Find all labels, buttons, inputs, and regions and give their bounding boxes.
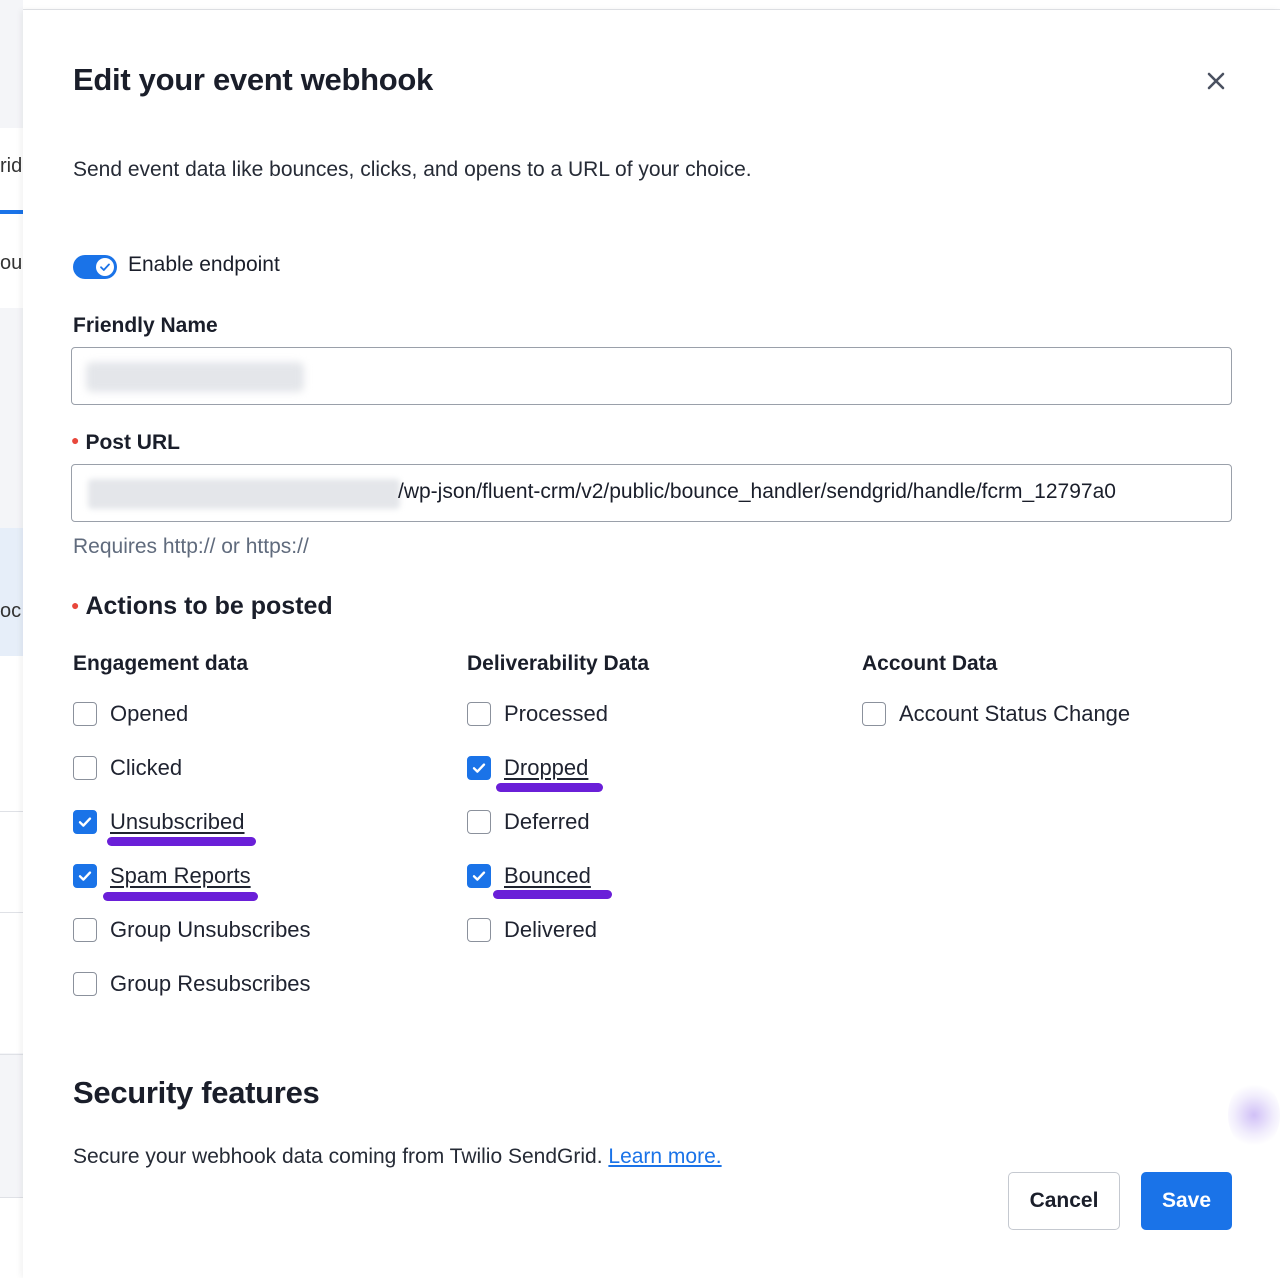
security-text: Secure your webhook data coming from Twi… xyxy=(73,1145,603,1168)
checkbox-label: Group Resubscribes xyxy=(110,971,311,996)
checkbox-box-checked xyxy=(467,864,491,888)
post-url-value: /wp-json/fluent-crm/v2/public/bounce_han… xyxy=(398,480,1116,503)
checkbox-bounced[interactable]: Bounced xyxy=(467,862,591,890)
checkbox-box xyxy=(467,702,491,726)
bg-text-fragment[interactable]: oc xyxy=(0,600,23,623)
account-heading: Account Data xyxy=(862,652,998,675)
checkbox-box xyxy=(467,810,491,834)
post-url-label: Post URL xyxy=(85,431,180,454)
bg-divider xyxy=(0,1054,23,1055)
highlight-marker xyxy=(496,783,603,792)
check-icon xyxy=(78,871,92,881)
bg-text-fragment[interactable]: ou xyxy=(0,252,23,275)
bg-segment-selected xyxy=(0,528,23,656)
redacted-value xyxy=(88,479,400,509)
cancel-button[interactable]: Cancel xyxy=(1008,1172,1120,1230)
highlight-marker xyxy=(103,892,258,901)
engagement-heading: Engagement data xyxy=(73,652,249,675)
check-icon xyxy=(100,263,110,271)
checkbox-box xyxy=(862,702,886,726)
security-title: Security features xyxy=(73,1075,320,1110)
checkbox-clicked[interactable]: Clicked xyxy=(73,754,182,782)
checkbox-account-status-change[interactable]: Account Status Change xyxy=(862,700,1130,728)
required-indicator: ● xyxy=(71,432,80,448)
checkbox-unsubscribed[interactable]: Unsubscribed xyxy=(73,808,245,836)
bg-text-fragment[interactable]: rid xyxy=(0,155,23,178)
friendly-name-input[interactable] xyxy=(71,347,1232,405)
checkbox-box xyxy=(73,972,97,996)
modal-title: Edit your event webhook xyxy=(73,62,433,97)
checkbox-label: Dropped xyxy=(504,755,589,780)
checkbox-group-resubscribes[interactable]: Group Resubscribes xyxy=(73,970,311,998)
bg-segment xyxy=(0,1198,23,1278)
highlight-marker xyxy=(107,837,256,846)
checkbox-box xyxy=(73,756,97,780)
bg-segment xyxy=(0,812,23,912)
checkbox-label: Account Status Change xyxy=(899,701,1131,726)
friendly-name-label: Friendly Name xyxy=(73,314,218,337)
checkbox-box-checked xyxy=(73,864,97,888)
checkbox-deferred[interactable]: Deferred xyxy=(467,808,590,836)
close-button[interactable] xyxy=(1201,66,1231,96)
checkbox-label: Opened xyxy=(110,701,189,726)
security-description: Secure your webhook data coming from Twi… xyxy=(73,1145,722,1169)
checkbox-box-checked xyxy=(73,810,97,834)
check-icon xyxy=(472,871,486,881)
checkbox-box-checked xyxy=(467,756,491,780)
bg-active-indicator xyxy=(0,210,23,214)
checkbox-label: Bounced xyxy=(504,863,591,888)
post-url-label-row: ● Post URL xyxy=(71,431,180,455)
required-indicator: ● xyxy=(71,597,80,613)
actions-title: Actions to be posted xyxy=(85,592,333,620)
post-url-hint: Requires http:// or https:// xyxy=(73,535,309,558)
bg-segment xyxy=(0,656,23,811)
post-url-input[interactable]: /wp-json/fluent-crm/v2/public/bounce_han… xyxy=(71,464,1232,522)
checkbox-label: Group Unsubscribes xyxy=(110,917,311,942)
checkbox-dropped[interactable]: Dropped xyxy=(467,754,588,782)
highlight-marker xyxy=(493,890,612,899)
bg-segment xyxy=(0,913,23,1053)
checkbox-box xyxy=(73,702,97,726)
floating-assistant-glow[interactable] xyxy=(1228,1080,1280,1150)
checkbox-box xyxy=(467,918,491,942)
redacted-value xyxy=(86,362,304,392)
modal-subtitle: Send event data like bounces, clicks, an… xyxy=(73,158,752,181)
checkbox-label: Unsubscribed xyxy=(110,809,245,834)
checkbox-delivered[interactable]: Delivered xyxy=(467,916,597,944)
checkbox-spam-reports[interactable]: Spam Reports xyxy=(73,862,251,890)
background-app-strip: rid ou oc xyxy=(0,0,23,1278)
toggle-knob xyxy=(96,258,114,276)
deliverability-heading: Deliverability Data xyxy=(467,652,650,675)
checkbox-label: Spam Reports xyxy=(110,863,251,888)
checkbox-label: Processed xyxy=(504,701,608,726)
check-icon xyxy=(472,763,486,773)
learn-more-link[interactable]: Learn more. xyxy=(608,1145,721,1168)
checkbox-label: Deferred xyxy=(504,809,590,834)
checkbox-opened[interactable]: Opened xyxy=(73,700,188,728)
check-icon xyxy=(78,817,92,827)
enable-endpoint-label: Enable endpoint xyxy=(128,253,280,276)
enable-endpoint-toggle[interactable] xyxy=(73,255,117,279)
checkbox-group-unsubscribes[interactable]: Group Unsubscribes xyxy=(73,916,311,944)
checkbox-label: Delivered xyxy=(504,917,597,942)
checkbox-box xyxy=(73,918,97,942)
actions-title-row: ● Actions to be posted xyxy=(71,592,333,621)
edit-webhook-modal: Edit your event webhook Send event data … xyxy=(23,10,1280,1278)
close-icon xyxy=(1207,72,1225,90)
checkbox-processed[interactable]: Processed xyxy=(467,700,608,728)
save-button[interactable]: Save xyxy=(1141,1172,1232,1230)
checkbox-label: Clicked xyxy=(110,755,183,780)
